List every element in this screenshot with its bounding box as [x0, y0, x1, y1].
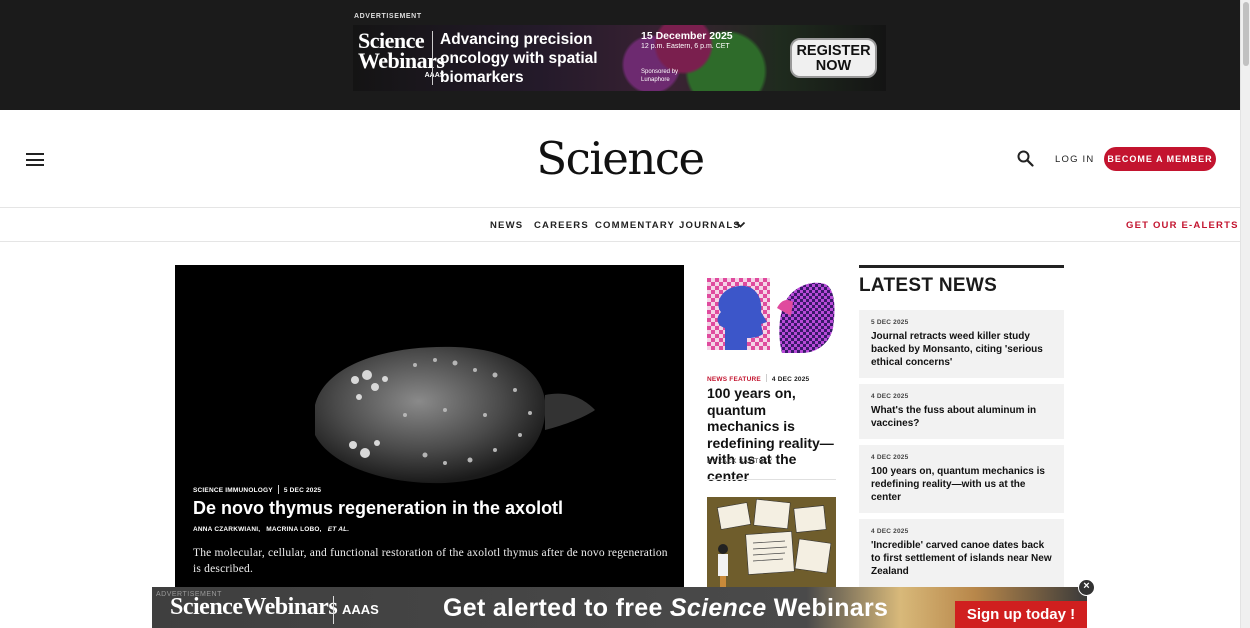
hero-description: The molecular, cellular, and functional … — [193, 547, 668, 575]
news-date: 4 DEC 2025 — [871, 454, 909, 461]
article-illustration[interactable] — [707, 497, 836, 592]
site-header: Science LOG IN BECOME A MEMBER — [0, 110, 1240, 208]
nav-journals[interactable]: JOURNALS — [679, 220, 741, 231]
author[interactable]: MACRINA LOBO, — [266, 526, 321, 533]
ad-text-suffix: Webinars — [766, 594, 889, 622]
nav-commentary[interactable]: COMMENTARY — [595, 220, 675, 231]
hero-title[interactable]: De novo thymus regeneration in the axolo… — [193, 498, 563, 519]
news-title[interactable]: 100 years on, quantum mechanics is redef… — [871, 465, 1052, 504]
nav-careers[interactable]: CAREERS — [534, 220, 589, 231]
feature-title[interactable]: 100 years on, quantum mechanics is redef… — [707, 385, 837, 484]
news-title[interactable]: What's the fuss about aluminum in vaccin… — [871, 404, 1052, 430]
news-item[interactable]: 4 DEC 2025 100 years on, quantum mechani… — [859, 445, 1064, 513]
ad-date: 15 December 2025 — [641, 30, 733, 42]
hero-journal[interactable]: SCIENCE IMMUNOLOGY — [193, 487, 273, 494]
ad-text-prefix: Get alerted to free — [443, 594, 670, 622]
news-title[interactable]: Journal retracts weed killer study backe… — [871, 330, 1052, 369]
feature-tag[interactable]: NEWS FEATURE — [707, 376, 761, 383]
nav-news[interactable]: NEWS — [490, 220, 523, 231]
ad-text-italic: Science — [669, 594, 767, 622]
hero-authors: ANNA CZARKWIANI, MACRINA LOBO, ET AL. — [193, 526, 349, 533]
top-ad-band: ADVERTISEMENT Science Webinars AAAS Adva… — [0, 0, 1240, 110]
news-date: 5 DEC 2025 — [871, 319, 909, 326]
search-icon[interactable] — [1017, 150, 1034, 167]
login-link[interactable]: LOG IN — [1055, 154, 1094, 165]
scrollbar[interactable] — [1240, 0, 1250, 628]
axolotl-image — [315, 346, 595, 484]
latest-news-heading: LATEST NEWS — [859, 275, 998, 296]
latest-news-panel: LATEST NEWS 5 DEC 2025 Journal retracts … — [859, 265, 1064, 593]
become-member-button[interactable]: BECOME A MEMBER — [1104, 147, 1216, 171]
main-nav: NEWS CAREERS COMMENTARY JOURNALS GET OUR… — [0, 209, 1240, 242]
get-e-alerts-link[interactable]: GET OUR E-ALERTS — [1126, 220, 1239, 231]
ad-sponsor: Sponsored by Lunaphore — [641, 69, 679, 83]
hero-date: 5 DEC 2025 — [283, 487, 322, 494]
ad-alert-text: Get alerted to free Science Webinars — [443, 594, 888, 623]
news-date: 4 DEC 2025 — [871, 393, 909, 400]
news-item[interactable]: 4 DEC 2025 'Incredible' carved canoe dat… — [859, 519, 1064, 587]
close-icon[interactable]: × — [1078, 579, 1095, 596]
feature-image[interactable] — [707, 278, 836, 353]
ad-headline: Advancing precision oncology with spatia… — [440, 31, 598, 86]
feature-date: 4 DEC 2025 — [771, 376, 810, 383]
ad-divider — [432, 31, 433, 85]
news-title[interactable]: 'Incredible' carved canoe dates back to … — [871, 539, 1052, 578]
scrollbar-thumb[interactable] — [1243, 2, 1249, 66]
ad-aaas: AAAS — [342, 602, 379, 617]
ad-label: ADVERTISEMENT — [354, 13, 422, 20]
sign-up-button[interactable]: Sign up today ! — [955, 601, 1087, 628]
ad-divider — [333, 596, 334, 624]
feature-byline: BY ZACK SAVITSKY — [707, 458, 773, 465]
feature-kicker: NEWS FEATURE 4 DEC 2025 — [707, 374, 809, 383]
chevron-down-icon[interactable] — [735, 219, 746, 230]
register-now-button[interactable]: REGISTER NOW — [790, 38, 877, 78]
webinar-ad-banner[interactable]: Science Webinars AAAS Advancing precisio… — [353, 25, 886, 91]
ad-time: 12 p.m. Eastern, 6 p.m. CET — [641, 43, 730, 50]
science-logo[interactable]: Science — [0, 132, 1240, 185]
divider — [707, 479, 836, 480]
et-al: ET AL. — [327, 526, 350, 533]
hero-article[interactable]: SCIENCE IMMUNOLOGY 5 DEC 2025 De novo thy… — [175, 265, 684, 605]
author[interactable]: ANNA CZARKWIANI, — [193, 526, 260, 533]
hero-kicker: SCIENCE IMMUNOLOGY 5 DEC 2025 — [193, 485, 321, 494]
news-item[interactable]: 4 DEC 2025 What's the fuss about aluminu… — [859, 384, 1064, 439]
news-date: 4 DEC 2025 — [871, 528, 909, 535]
bottom-sticky-ad[interactable]: ADVERTISEMENT ScienceWebinars AAAS Get a… — [152, 587, 1087, 628]
news-item[interactable]: 5 DEC 2025 Journal retracts weed killer … — [859, 310, 1064, 378]
ad-brand: ScienceWebinars — [170, 594, 338, 620]
